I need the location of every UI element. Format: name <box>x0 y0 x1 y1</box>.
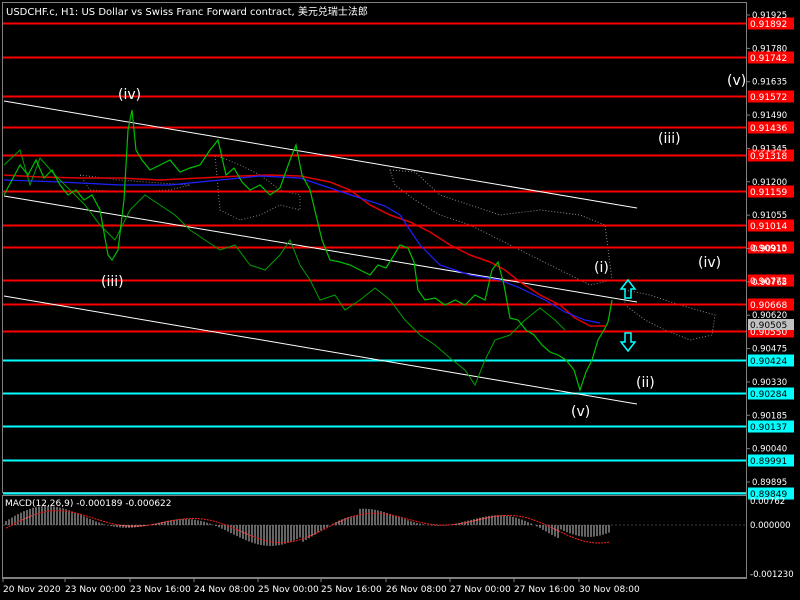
time-tick-label: 26 Nov 08:00 <box>386 585 447 595</box>
time-tick-label: 25 Nov 16:00 <box>321 585 382 595</box>
time-tick-label: 23 Nov 16:00 <box>130 585 191 595</box>
time-tick-label: 27 Nov 16:00 <box>514 585 575 595</box>
price-tick-label: 0.91055 <box>752 211 787 221</box>
up-arrow-icon <box>619 278 637 299</box>
wave-label: (iv) <box>118 87 141 103</box>
wave-label: (ii) <box>636 375 655 391</box>
cyan-level-label: 0.90137 <box>750 423 787 433</box>
channel-middle <box>3 195 638 303</box>
time-tick-label: 27 Nov 00:00 <box>450 585 511 595</box>
cloud-area-2 <box>214 154 301 221</box>
macd-histogram <box>5 505 610 546</box>
wave-label: (i) <box>594 260 609 276</box>
macd-tick: 0.000000 <box>750 521 791 531</box>
time-tick-label: 30 Nov 08:00 <box>579 585 640 595</box>
wave-label: (v) <box>571 404 590 420</box>
macd-signal-line <box>5 510 610 544</box>
price-tick-label: 0.91490 <box>752 111 787 121</box>
price-tick-label: 0.89895 <box>752 478 787 488</box>
time-axis: 20 Nov 2020 23 Nov 00:00 23 Nov 16:00 24 No… <box>2 578 640 595</box>
price-tick-label: 0.91635 <box>752 78 787 88</box>
macd-title: MACD(12,26,9) -0.000189 -0.000622 <box>5 499 172 509</box>
price-tick-label: 0.90040 <box>752 445 787 455</box>
price-chart[interactable]: 0.918920.917420.915720.914360.913180.911… <box>0 0 800 600</box>
macd-tick: 0.00762 <box>750 497 785 507</box>
lagging-line <box>3 149 566 387</box>
red-level-label: 0.90668 <box>750 301 787 311</box>
price-tick-label: 0.91345 <box>752 144 787 154</box>
price-tick-label: 0.91780 <box>752 44 787 54</box>
red-level-label: 0.91572 <box>750 93 787 103</box>
cyan-level-label: 0.90424 <box>750 357 787 367</box>
wave-label: (iv) <box>698 255 721 271</box>
channel-bottom <box>3 295 638 405</box>
red-level-label: 0.91742 <box>750 54 787 64</box>
macd-label: MACD(12,26,9) <box>5 499 74 509</box>
macd-main-value: -0.000189 <box>76 499 123 509</box>
wave-label: (v) <box>727 73 746 89</box>
time-tick-label: 20 Nov 2020 <box>3 585 61 595</box>
channel-lines <box>3 100 638 405</box>
red-level-label: 0.91014 <box>750 222 787 232</box>
red-level-label: 0.91436 <box>750 124 787 134</box>
price-axis: 0.91925 0.91780 0.91635 0.91490 0.91345 0.912… <box>746 11 787 488</box>
time-tick-label: 23 Nov 00:00 <box>65 585 126 595</box>
wave-label: (iii) <box>658 131 681 147</box>
wave-label: (iii) <box>101 274 124 290</box>
price-tick-label: 0.90330 <box>752 378 787 388</box>
price-tick-label: 0.91925 <box>752 11 787 21</box>
price-tick-label: 0.90765 <box>752 278 787 288</box>
price-tick-label: 0.90910 <box>752 245 787 255</box>
macd-axis: 0.00762 0.000000 -0.001230 <box>750 497 794 580</box>
ma-red <box>3 174 605 327</box>
down-arrow-icon <box>619 332 637 353</box>
cyan-level-label: 0.90284 <box>750 390 787 400</box>
price-tick-label: 0.90475 <box>752 345 787 355</box>
cyan-level-label: 0.89991 <box>750 457 787 467</box>
chart-title: USDCHF.c, H1: US Dollar vs Swiss Franc F… <box>6 7 368 18</box>
macd-tick: -0.001230 <box>750 570 794 580</box>
red-level-label: 0.91159 <box>750 188 787 198</box>
red-level-label: 0.91892 <box>750 20 787 30</box>
macd-signal-value: -0.000622 <box>125 499 172 509</box>
price-tick-label: 0.91200 <box>752 178 787 188</box>
time-tick-label: 24 Nov 08:00 <box>194 585 255 595</box>
price-tick-label: 0.90185 <box>752 411 787 421</box>
time-tick-label: 25 Nov 00:00 <box>258 585 319 595</box>
current-price-label: 0.90505 <box>750 321 787 331</box>
